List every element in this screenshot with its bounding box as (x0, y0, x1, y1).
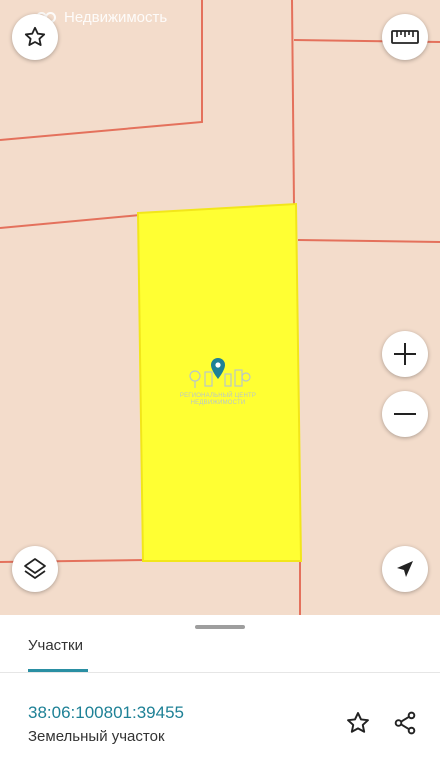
ruler-icon (391, 30, 419, 44)
watermark-line-2: НЕДВИЖИМОСТИ (190, 400, 246, 406)
star-outline-icon (24, 26, 46, 46)
zoom-in-button[interactable] (382, 331, 428, 377)
minus-icon (394, 413, 416, 415)
navigation-arrow-icon (397, 561, 413, 577)
map-view[interactable]: Недвижимость РЕГИОНАЛЬНЫЙ ЦЕНТР НЕДВИЖИМ… (0, 0, 440, 615)
brand-label: Недвижимость (64, 9, 168, 26)
share-button[interactable] (389, 707, 421, 739)
zoom-out-button[interactable] (382, 391, 428, 437)
real-estate-center-logo-icon (189, 358, 251, 388)
star-outline-icon (347, 712, 369, 733)
ruler-button[interactable] (382, 14, 428, 60)
divider (0, 672, 440, 673)
watermark: РЕГИОНАЛЬНЫЙ ЦЕНТР НЕДВИЖИМОСТИ (178, 356, 258, 407)
my-location-button[interactable] (382, 546, 428, 592)
parcel-type-label: Земельный участок (28, 728, 165, 745)
watermark-line-1: РЕГИОНАЛЬНЫЙ ЦЕНТР (179, 393, 257, 399)
sheet-drag-handle[interactable] (195, 625, 245, 629)
cadastral-number-link[interactable]: 38:06:100801:39455 (28, 703, 184, 723)
layers-icon (24, 558, 46, 579)
parcel-boundaries (0, 0, 440, 615)
plus-icon (394, 343, 416, 365)
parcel-bottom-sheet: Участки 38:06:100801:39455 Земельный уча… (0, 615, 440, 768)
brand-logo: Недвижимость (36, 9, 167, 26)
favorite-parcel-button[interactable] (342, 707, 374, 739)
tab-parcels[interactable]: Участки (28, 637, 83, 654)
share-icon (394, 711, 416, 735)
favorite-map-button[interactable] (12, 14, 58, 60)
layers-button[interactable] (12, 546, 58, 592)
